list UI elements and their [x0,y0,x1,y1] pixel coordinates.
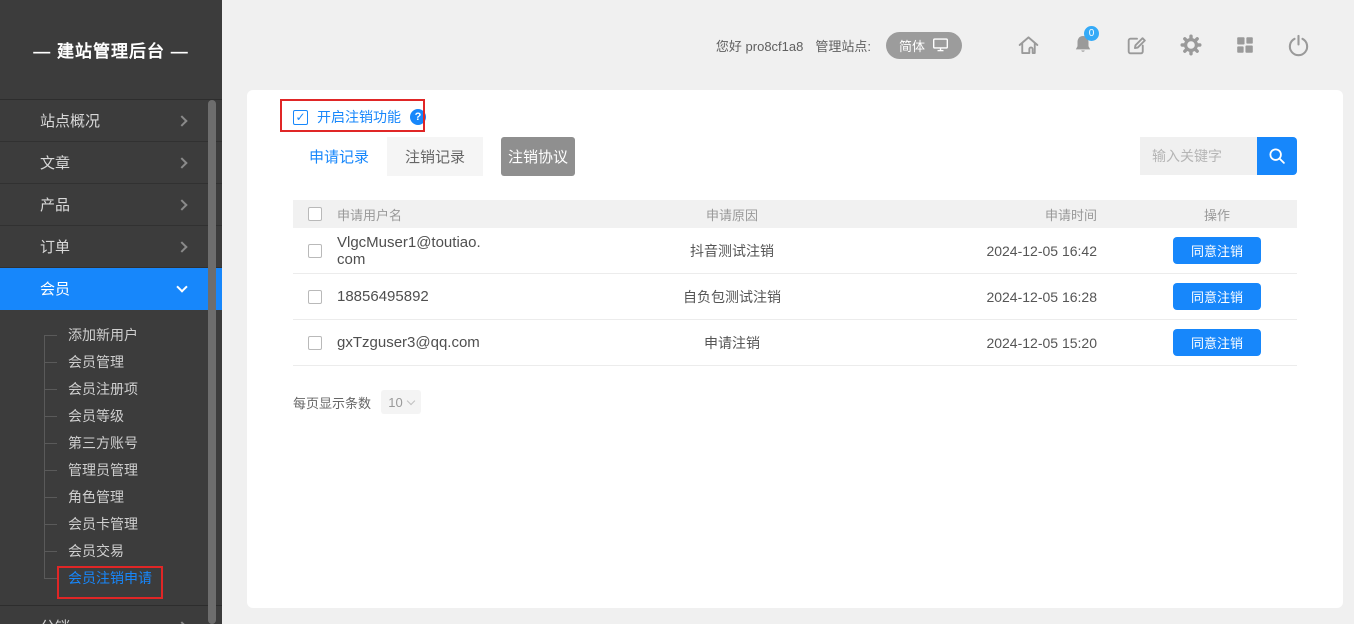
sidebar-item-label: 文章 [40,152,70,173]
sidebar-item-distribution[interactable]: 分销 [0,605,222,624]
cell-reason: 抖音测试注销 [597,241,867,261]
column-header-time: 申请时间 [867,205,1137,224]
submenu-item-member-transactions[interactable]: 会员交易 [0,538,222,565]
monitor-icon [932,37,949,53]
search-icon [1267,146,1287,166]
row-checkbox[interactable] [308,290,322,304]
submenu-item-member-management[interactable]: 会员管理 [0,349,222,376]
home-button[interactable] [1015,32,1042,59]
top-icon-group: 0 [988,32,1312,59]
agree-cancellation-button[interactable]: 同意注销 [1173,283,1261,310]
page-size-value: 10 [388,395,402,410]
chevron-right-icon [176,241,187,252]
tab-cancellation-agreement[interactable]: 注销协议 [501,137,575,176]
submenu-item-third-party-accounts[interactable]: 第三方账号 [0,430,222,457]
table-row: gxTzguser3@qq.com 申请注销 2024-12-05 15:20 … [293,320,1297,366]
app-title: — 建站管理后台 — [0,0,222,100]
submenu-item-registration-fields[interactable]: 会员注册项 [0,376,222,403]
agree-cancellation-button[interactable]: 同意注销 [1173,237,1261,264]
cell-time: 2024-12-05 16:42 [867,243,1137,259]
cell-username: gxTzguser3@qq.com [337,334,487,351]
sidebar-item-label: 站点概况 [40,110,100,131]
help-icon[interactable]: ? [410,109,426,125]
cell-reason: 自负包测试注销 [597,287,867,307]
tab-bar: 申请记录 注销记录 注销协议 [291,137,575,176]
apps-grid-button[interactable] [1231,32,1258,59]
sidebar-item-orders[interactable]: 订单 [0,226,222,268]
settings-button[interactable] [1177,32,1204,59]
submenu-item-role-management[interactable]: 角色管理 [0,484,222,511]
table-row: VlgcMuser1@toutiao.com 抖音测试注销 2024-12-05… [293,228,1297,274]
tab-cancellation-records[interactable]: 注销记录 [387,137,483,176]
submenu-item-add-user[interactable]: 添加新用户 [0,322,222,349]
language-site-pill[interactable]: 简体 [886,32,962,59]
language-label: 简体 [899,36,925,55]
column-header-action: 操作 [1137,205,1297,224]
sidebar-item-label: 订单 [40,236,70,257]
sidebar-item-label: 产品 [40,194,70,215]
cancellation-toggle-row: ✓ 开启注销功能 ? [293,107,426,127]
select-all-checkbox[interactable] [308,207,322,221]
column-header-reason: 申请原因 [597,205,867,224]
agree-cancellation-button[interactable]: 同意注销 [1173,329,1261,356]
notifications-button[interactable]: 0 [1069,32,1096,59]
applications-table: 申请用户名 申请原因 申请时间 操作 VlgcMuser1@toutiao.co… [293,200,1297,366]
chevron-right-icon [176,157,187,168]
managed-site-label: 管理站点: [815,36,871,55]
submenu-item-admin-management[interactable]: 管理员管理 [0,457,222,484]
user-greeting: 您好 pro8cf1a8 [716,36,803,55]
table-row: 18856495892 自负包测试注销 2024-12-05 16:28 同意注… [293,274,1297,320]
sidebar-item-label: 会员 [40,278,70,299]
logout-power-button[interactable] [1285,32,1312,59]
tab-application-records[interactable]: 申请记录 [291,137,387,176]
enable-cancellation-label: 开启注销功能 [317,107,401,127]
page-size-select[interactable]: 10 [381,390,421,414]
sidebar-scrollbar[interactable] [208,100,216,624]
sidebar-item-products[interactable]: 产品 [0,184,222,226]
app-window: — 建站管理后台 — 站点概况 文章 产品 订单 会员 添加新用户 会员管理 会… [0,0,1354,624]
members-submenu: 添加新用户 会员管理 会员注册项 会员等级 第三方账号 管理员管理 角色管理 会… [0,322,222,592]
cell-time: 2024-12-05 15:20 [867,335,1137,351]
notification-badge: 0 [1084,26,1099,41]
top-header: 您好 pro8cf1a8 管理站点: 简体 [716,28,1312,62]
chevron-down-icon [176,281,187,292]
sidebar-item-members[interactable]: 会员 [0,268,222,310]
content-card: ✓ 开启注销功能 ? 申请记录 注销记录 注销协议 [247,90,1343,608]
cell-time: 2024-12-05 16:28 [867,289,1137,305]
row-checkbox[interactable] [308,336,322,350]
submenu-item-member-cancellation[interactable]: 会员注销申请 [0,565,222,592]
submenu-item-member-levels[interactable]: 会员等级 [0,403,222,430]
submenu-item-member-cards[interactable]: 会员卡管理 [0,511,222,538]
chevron-right-icon [176,199,187,210]
row-checkbox[interactable] [308,244,322,258]
enable-cancellation-checkbox[interactable]: ✓ [293,110,308,125]
sidebar: — 建站管理后台 — 站点概况 文章 产品 订单 会员 添加新用户 会员管理 会… [0,0,222,624]
sidebar-item-site-overview[interactable]: 站点概况 [0,100,222,142]
sidebar-item-articles[interactable]: 文章 [0,142,222,184]
cell-username: VlgcMuser1@toutiao.com [337,234,487,268]
sidebar-item-label: 分销 [40,616,70,624]
pagination-bar: 每页显示条数 10 [293,390,421,414]
page-size-label: 每页显示条数 [293,393,371,412]
chevron-right-icon [176,115,187,126]
search-bar [1140,137,1297,175]
table-header-row: 申请用户名 申请原因 申请时间 操作 [293,200,1297,228]
edit-button[interactable] [1123,32,1150,59]
cell-username: 18856495892 [337,288,487,305]
search-input[interactable] [1140,137,1257,175]
column-header-username: 申请用户名 [337,205,597,224]
search-button[interactable] [1257,137,1297,175]
cell-reason: 申请注销 [597,333,867,353]
chevron-down-icon [407,396,415,404]
